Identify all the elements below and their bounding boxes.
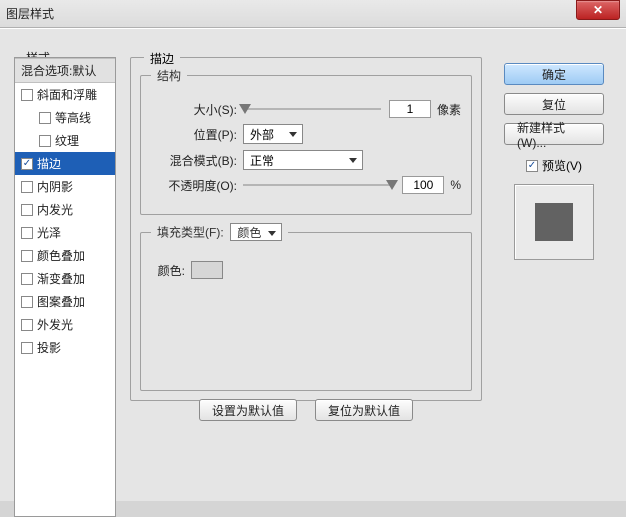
close-button[interactable]: ✕	[576, 0, 620, 20]
preview-label: 预览(V)	[542, 157, 582, 174]
style-checkbox[interactable]	[21, 342, 33, 354]
preview-checkbox[interactable]	[526, 160, 538, 172]
preview-swatch	[535, 203, 573, 241]
style-item-斜面和浮雕[interactable]: 斜面和浮雕	[15, 83, 115, 106]
structure-group: 结构 大小(S): 像素 位置(P): 外部 混合模式(B): 正常 不透明度(…	[140, 67, 472, 215]
style-checkbox[interactable]	[21, 227, 33, 239]
cancel-button[interactable]: 复位	[504, 93, 604, 115]
position-select[interactable]: 外部	[243, 124, 303, 144]
blend-options-label: 混合选项:默认	[21, 62, 96, 79]
style-checkbox[interactable]	[21, 250, 33, 262]
preview-checkbox-row[interactable]: 预览(V)	[526, 157, 582, 174]
style-item-内发光[interactable]: 内发光	[15, 198, 115, 221]
opacity-label: 不透明度(O):	[151, 177, 237, 194]
set-default-button[interactable]: 设置为默认值	[199, 399, 297, 421]
style-item-光泽[interactable]: 光泽	[15, 221, 115, 244]
fill-group: 填充类型(F): 颜色 颜色:	[140, 223, 472, 391]
size-input[interactable]	[389, 100, 431, 118]
style-item-描边[interactable]: 描边	[15, 152, 115, 175]
size-unit: 像素	[437, 101, 461, 118]
style-label: 图案叠加	[37, 293, 85, 310]
blendmode-select[interactable]: 正常	[243, 150, 363, 170]
style-item-等高线[interactable]: 等高线	[15, 106, 115, 129]
style-checkbox[interactable]	[21, 181, 33, 193]
style-label: 描边	[37, 155, 61, 172]
style-label: 外发光	[37, 316, 73, 333]
style-item-内阴影[interactable]: 内阴影	[15, 175, 115, 198]
opacity-slider[interactable]	[243, 177, 394, 193]
style-label: 等高线	[55, 109, 91, 126]
style-item-图案叠加[interactable]: 图案叠加	[15, 290, 115, 313]
structure-legend: 结构	[151, 67, 187, 84]
new-style-button[interactable]: 新建样式(W)...	[504, 123, 604, 145]
position-label: 位置(P):	[151, 126, 237, 143]
fill-type-select[interactable]: 颜色	[230, 223, 282, 241]
style-item-渐变叠加[interactable]: 渐变叠加	[15, 267, 115, 290]
style-label: 渐变叠加	[37, 270, 85, 287]
fill-legend: 填充类型(F): 颜色	[151, 223, 288, 241]
size-label: 大小(S):	[151, 101, 237, 118]
style-checkbox[interactable]	[21, 273, 33, 285]
style-item-纹理[interactable]: 纹理	[15, 129, 115, 152]
style-item-投影[interactable]: 投影	[15, 336, 115, 359]
style-item-外发光[interactable]: 外发光	[15, 313, 115, 336]
dialog-content: 样式 混合选项:默认 斜面和浮雕等高线纹理描边内阴影内发光光泽颜色叠加渐变叠加图…	[0, 28, 626, 501]
style-label: 光泽	[37, 224, 61, 241]
blendmode-label: 混合模式(B):	[151, 152, 237, 169]
titlebar: 图层样式 ✕	[0, 0, 626, 28]
preview-box	[514, 184, 594, 260]
stroke-panel: 描边 结构 大小(S): 像素 位置(P): 外部 混合模式(B): 正常 不透…	[130, 57, 482, 407]
opacity-input[interactable]	[402, 176, 444, 194]
styles-list: 混合选项:默认 斜面和浮雕等高线纹理描边内阴影内发光光泽颜色叠加渐变叠加图案叠加…	[14, 57, 116, 517]
style-label: 内阴影	[37, 178, 73, 195]
ok-button[interactable]: 确定	[504, 63, 604, 85]
style-label: 颜色叠加	[37, 247, 85, 264]
style-label: 斜面和浮雕	[37, 86, 97, 103]
size-slider[interactable]	[243, 101, 381, 117]
style-checkbox[interactable]	[39, 112, 51, 124]
style-checkbox[interactable]	[21, 89, 33, 101]
style-label: 内发光	[37, 201, 73, 218]
opacity-unit: %	[450, 178, 461, 192]
style-item-颜色叠加[interactable]: 颜色叠加	[15, 244, 115, 267]
style-checkbox[interactable]	[21, 158, 33, 170]
right-column: 确定 复位 新建样式(W)... 预览(V)	[498, 63, 610, 260]
style-checkbox[interactable]	[21, 204, 33, 216]
color-swatch[interactable]	[191, 261, 223, 279]
style-label: 投影	[37, 339, 61, 356]
window-title: 图层样式	[6, 5, 576, 22]
style-checkbox[interactable]	[21, 296, 33, 308]
blend-options-row[interactable]: 混合选项:默认	[15, 58, 115, 83]
style-label: 纹理	[55, 132, 79, 149]
reset-default-button[interactable]: 复位为默认值	[315, 399, 413, 421]
style-checkbox[interactable]	[39, 135, 51, 147]
style-checkbox[interactable]	[21, 319, 33, 331]
color-label: 颜色:	[151, 262, 185, 279]
